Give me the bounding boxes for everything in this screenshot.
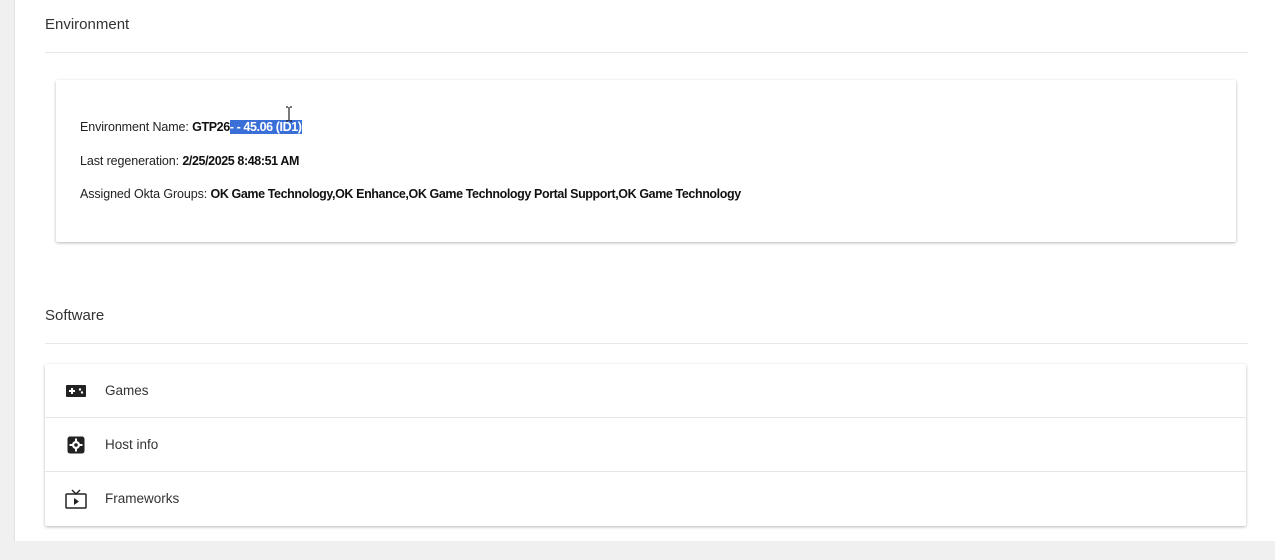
environment-name-value[interactable]: GTP26- - 45.06 (ID1) [192, 120, 302, 134]
software-list: Games Host info Frameworks [45, 364, 1246, 526]
last-regeneration-label: Last regeneration: [80, 154, 183, 168]
tv-play-icon [65, 489, 87, 509]
gamepad-icon [65, 382, 87, 400]
okta-groups-label: Assigned Okta Groups: [80, 187, 211, 201]
okta-groups-value: OK Game Technology,OK Enhance,OK Game Te… [210, 187, 742, 201]
software-item-host-info[interactable]: Host info [45, 418, 1246, 472]
text-cursor-icon [286, 106, 292, 122]
environment-name-row: Environment Name: GTP26- - 45.06 (ID1) [80, 120, 302, 134]
last-regeneration-row: Last regeneration: 2/25/2025 8:48:51 AM [80, 154, 299, 168]
software-divider [45, 343, 1248, 344]
environment-name-label: Environment Name: [80, 120, 193, 134]
environment-card: Environment Name: GTP26- - 45.06 (ID1) L… [56, 80, 1236, 242]
okta-groups-row: Assigned Okta Groups: OK Game Technology… [80, 187, 741, 201]
software-item-games[interactable]: Games [45, 364, 1246, 418]
selected-text[interactable]: - - 45.06 (ID1) [229, 120, 302, 134]
software-item-label: Games [105, 383, 149, 398]
main-content: Environment Environment Name: GTP26- - 4… [14, 0, 1275, 541]
environment-divider [45, 52, 1248, 53]
environment-section-title: Environment [45, 16, 130, 33]
environment-name-value-text[interactable]: GTP26 [192, 120, 230, 134]
software-item-label: Host info [105, 437, 159, 452]
software-section-title: Software [45, 307, 105, 324]
last-regeneration-value: 2/25/2025 8:48:51 AM [182, 154, 299, 168]
software-item-frameworks[interactable]: Frameworks [45, 472, 1246, 525]
host-settings-icon [65, 436, 87, 454]
software-item-label: Frameworks [105, 491, 180, 506]
